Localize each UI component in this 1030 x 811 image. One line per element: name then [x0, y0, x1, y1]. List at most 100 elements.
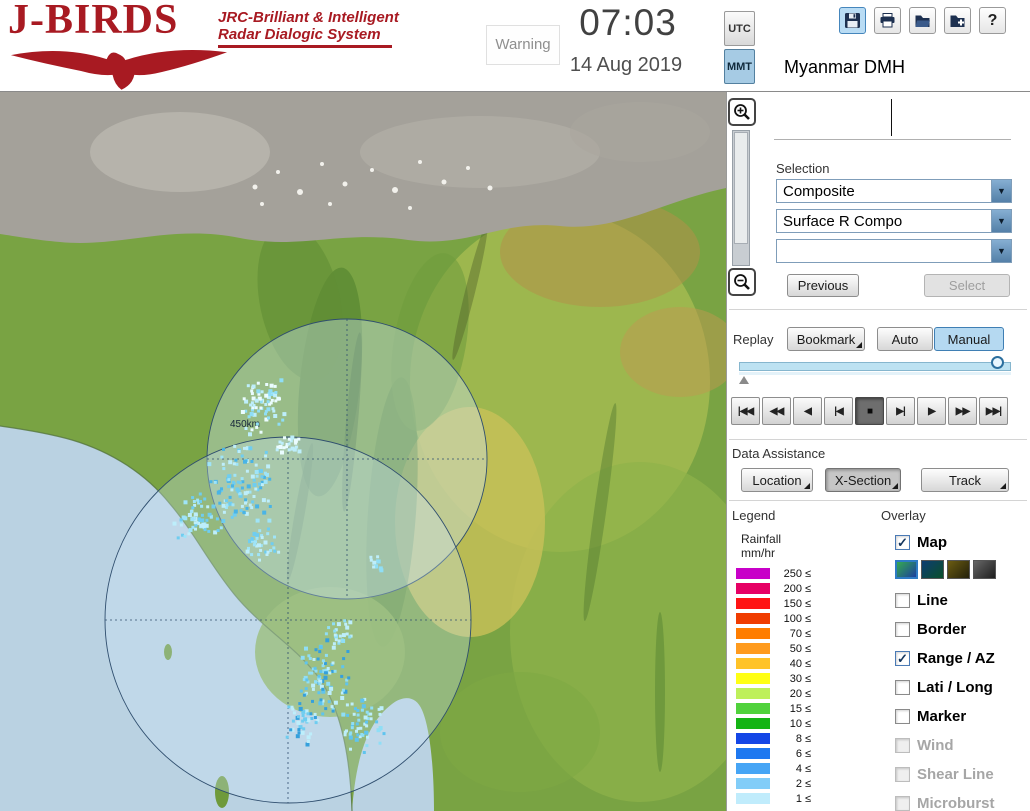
elevation-dropdown[interactable]: ▼ [776, 239, 1012, 263]
divider [729, 309, 1027, 310]
playback-fast-forward-button[interactable]: ▶▶ [948, 397, 977, 425]
overlay-item-wind: Wind [895, 736, 954, 755]
save-button[interactable] [839, 7, 866, 34]
legend-color-swatch [736, 613, 770, 624]
overlay-label: Marker [917, 708, 967, 725]
zoom-out-icon [734, 274, 750, 290]
folder-plus-icon [950, 15, 965, 27]
playback-play-button[interactable]: ▶ [917, 397, 946, 425]
legend-color-swatch [736, 643, 770, 654]
legend-value: 150 [783, 597, 802, 610]
overlay-item-line[interactable]: Line [895, 591, 948, 610]
playback-play-back-button[interactable]: ◀ [793, 397, 822, 425]
overlay-label: Line [917, 592, 948, 609]
bookmark-button[interactable]: Bookmark [787, 327, 865, 351]
legend-lte-sign: ≤ [805, 747, 812, 760]
map-style-swatch-olive-dark[interactable] [947, 560, 970, 579]
legend-row: 4 ≤ [736, 761, 811, 776]
station-text-field[interactable] [774, 95, 1011, 140]
legend-value: 50 [789, 642, 802, 655]
legend-lte-sign: ≤ [805, 612, 812, 625]
legend-color-swatch [736, 688, 770, 699]
overlay-item-range-az[interactable]: Range / AZ [895, 649, 995, 668]
legend-lte-sign: ≤ [805, 567, 812, 580]
legend-value: 200 [783, 582, 802, 595]
legend-value: 15 [789, 702, 802, 715]
dropdown-value: Composite [783, 182, 855, 200]
checkbox[interactable] [895, 709, 910, 724]
playback-last-button[interactable]: ▶▶| [979, 397, 1008, 425]
playback-step-back-button[interactable]: |◀ [824, 397, 853, 425]
map-style-swatch-green-blue[interactable] [895, 560, 918, 579]
replay-slider-handle[interactable] [991, 356, 1004, 369]
zoom-in-button[interactable] [728, 98, 756, 126]
manual-button[interactable]: Manual [934, 327, 1004, 351]
checkbox-checked[interactable] [895, 535, 910, 550]
overlay-item-lati-long[interactable]: Lati / Long [895, 678, 993, 697]
legend-row: 200 ≤ [736, 581, 811, 596]
playback-first-button[interactable]: |◀◀ [731, 397, 760, 425]
save-icon [845, 13, 860, 28]
clock-date: 14 Aug 2019 [569, 54, 683, 76]
legend-value: 30 [789, 672, 802, 685]
legend-value: 6 [795, 747, 802, 760]
toolbar: ? [839, 7, 1006, 34]
overlay-item-marker[interactable]: Marker [895, 707, 966, 726]
open-button[interactable] [909, 7, 936, 34]
playback-step-forward-button[interactable]: ▶| [886, 397, 915, 425]
checkbox[interactable] [895, 680, 910, 695]
overlay-item-border[interactable]: Border [895, 620, 966, 639]
select-button[interactable]: Select [924, 274, 1010, 297]
location-button[interactable]: Location [741, 468, 813, 492]
map-style-swatch-gray-dark[interactable] [973, 560, 996, 579]
overlay-label: Map [917, 534, 947, 551]
overlay-label: Microburst [917, 795, 995, 811]
replay-timeline-subtrack [739, 372, 1011, 375]
overlay-item-map[interactable]: Map [895, 533, 947, 552]
legend-color-swatch [736, 598, 770, 609]
previous-button[interactable]: Previous [787, 274, 859, 297]
product-dropdown[interactable]: Surface R Compo ▼ [776, 209, 1012, 233]
chevron-down-icon[interactable]: ▼ [991, 240, 1011, 262]
auto-button[interactable]: Auto [877, 327, 933, 351]
zoom-out-button[interactable] [728, 268, 756, 296]
chevron-down-icon[interactable]: ▼ [991, 210, 1011, 232]
overlay-label: Lati / Long [917, 679, 993, 696]
checkbox-checked[interactable] [895, 651, 910, 666]
replay-timeline-slider[interactable] [739, 362, 1011, 371]
legend-color-swatch [736, 703, 770, 714]
playback-stop-button[interactable]: ■ [855, 397, 884, 425]
text-caret [891, 99, 892, 136]
divider [729, 439, 1027, 440]
chevron-down-icon[interactable]: ▼ [991, 180, 1011, 202]
warning-indicator: Warning [486, 25, 560, 65]
radar-map[interactable]: 450km [0, 92, 726, 811]
export-button[interactable] [944, 7, 971, 34]
legend-lte-sign: ≤ [805, 582, 812, 595]
zoom-scrollbar-thumb[interactable] [734, 132, 748, 244]
organization-name: Myanmar DMH [784, 57, 906, 77]
overlay-section-label: Overlay [881, 508, 926, 523]
x-section-button[interactable]: X-Section [825, 468, 901, 492]
legend-lte-sign: ≤ [805, 687, 812, 700]
track-button[interactable]: Track [921, 468, 1009, 492]
print-button[interactable] [874, 7, 901, 34]
checkbox[interactable] [895, 593, 910, 608]
legend-row: 30 ≤ [736, 671, 811, 686]
map-style-swatch-navy-green[interactable] [921, 560, 944, 579]
legend-row: 40 ≤ [736, 656, 811, 671]
checkbox[interactable] [895, 622, 910, 637]
zoom-scrollbar[interactable] [732, 130, 750, 266]
legend-value: 10 [789, 717, 802, 730]
help-icon: ? [987, 11, 998, 29]
composite-dropdown[interactable]: Composite ▼ [776, 179, 1012, 203]
utc-button[interactable]: UTC [724, 11, 755, 46]
print-icon [880, 13, 895, 28]
playback-rewind-button[interactable]: ◀◀ [762, 397, 791, 425]
help-button[interactable]: ? [979, 7, 1006, 34]
data-assistance-section-label: Data Assistance [732, 446, 826, 461]
legend-row: 150 ≤ [736, 596, 811, 611]
legend-unit-line2: mm/hr [741, 546, 775, 560]
legend-lte-sign: ≤ [805, 732, 812, 745]
mmt-button[interactable]: MMT [724, 49, 755, 84]
